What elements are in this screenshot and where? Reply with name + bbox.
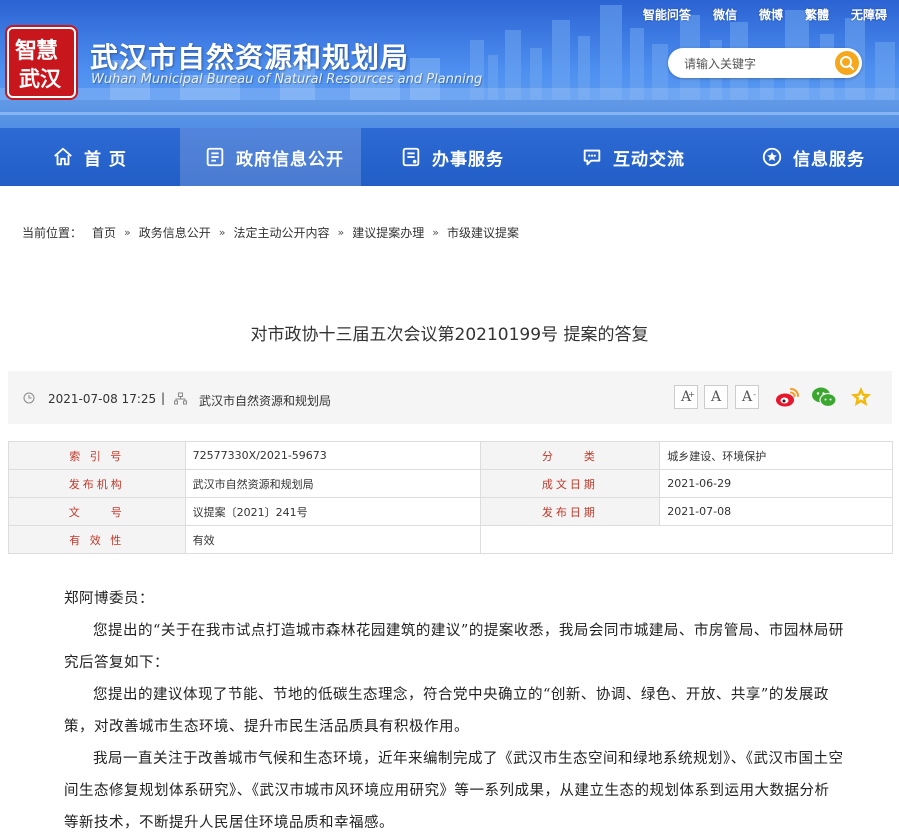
breadcrumb-item-home[interactable]: 首页 — [92, 224, 116, 241]
breadcrumb: 当前位置： 首页 » 政务信息公开 » 法定主动公开内容 » 建议提案办理 » … — [22, 224, 519, 241]
info-value-written-date: 2021-06-29 — [659, 469, 893, 498]
nav-interaction-label: 互动交流 — [613, 149, 685, 170]
info-value-publish-date: 2021-07-08 — [659, 497, 893, 526]
publish-datetime: 2021-07-08 17:25 — [48, 392, 157, 406]
breadcrumb-separator: » — [432, 226, 440, 239]
nav-gov-info[interactable]: 政府信息公开 — [180, 128, 361, 186]
article-body: 郑阿博委员： 您提出的“关于在我市试点打造城市森林花园建筑的建议”的提案收悉，我… — [64, 583, 844, 839]
info-value-publisher: 武汉市自然资源和规划局 — [184, 469, 481, 498]
meta-divider: | — [161, 391, 166, 405]
breadcrumb-item-gov-info[interactable]: 政务信息公开 — [139, 224, 211, 241]
chat-icon — [583, 149, 601, 166]
info-value-validity: 有效 — [184, 525, 481, 554]
breadcrumb-separator: » — [337, 226, 345, 239]
org-name: 武汉市自然资源和规划局 — [90, 41, 410, 74]
info-key-doc-number: 文 号 — [8, 497, 186, 526]
info-empty-cell — [479, 525, 894, 554]
site-header: 智能问答 微信 微博 繁體 无障碍 智慧 武汉 武汉市自然资源和规划局 Wuha… — [0, 0, 899, 186]
info-key-index: 索 引 号 — [8, 441, 186, 470]
font-decrease-minus: - — [753, 390, 756, 399]
font-increase-plus: + — [688, 390, 695, 399]
info-key-category: 分 类 — [479, 441, 661, 470]
salutation: 郑阿博委员： — [64, 591, 154, 607]
breadcrumb-item-proposals[interactable]: 建议提案办理 — [352, 224, 424, 241]
nav-info-service-label: 信息服务 — [793, 149, 865, 170]
table-row: 文 号 议提案〔2021〕241号 发布日期 2021-07-08 — [8, 497, 893, 526]
nav-services[interactable]: 办事服务 — [400, 128, 504, 186]
home-icon — [54, 147, 72, 166]
org-name-english: Wuhan Municipal Bureau of Natural Resour… — [91, 72, 483, 87]
organization-icon — [174, 392, 187, 405]
font-size-default-button[interactable]: A — [704, 385, 728, 409]
article-meta-bar: 2021-07-08 17:25 | 武汉市自然资源和规划局 A + A A- — [8, 371, 892, 424]
zhihui-wuhan-logo[interactable]: 智慧 武汉 — [7, 27, 76, 98]
breadcrumb-label: 当前位置： — [22, 226, 83, 240]
top-link-accessibility[interactable]: 无障碍 — [851, 6, 887, 23]
nav-services-label: 办事服务 — [432, 149, 504, 170]
table-row: 索 引 号 72577330X/2021-59673 分 类 城乡建设、环境保护 — [8, 441, 893, 470]
top-link-smart-qa[interactable]: 智能问答 — [643, 6, 691, 23]
nav-gov-info-label: 政府信息公开 — [236, 149, 344, 170]
font-size-decrease-button[interactable]: A- — [735, 385, 759, 409]
header-river — [0, 88, 899, 128]
info-key-publish-date: 发布日期 — [479, 497, 661, 526]
service-icon — [402, 147, 420, 167]
wechat-share-icon[interactable] — [811, 385, 837, 409]
page-title: 对市政协十三届五次会议第20210199号 提案的答复 — [250, 325, 649, 345]
seal-text-bottom: 武汉 — [19, 66, 61, 91]
info-key-written-date: 成文日期 — [479, 469, 661, 498]
font-default-label: A — [710, 389, 722, 405]
nav-home[interactable]: 首 页 — [52, 128, 127, 186]
breadcrumb-item-statutory[interactable]: 法定主动公开内容 — [234, 224, 330, 241]
info-value-doc-number: 议提案〔2021〕241号 — [184, 497, 481, 526]
article-source: 武汉市自然资源和规划局 — [199, 394, 332, 408]
body-paragraph: 我局一直关注于改善城市气候和生态环境，近年来编制完成了《武汉市生态空间和绿地系统… — [64, 751, 844, 831]
search-icon — [840, 56, 854, 70]
star-badge-icon — [762, 147, 782, 167]
breadcrumb-separator: » — [218, 226, 226, 239]
body-paragraph: 您提出的建议体现了节能、节地的低碳生态理念，符合党中央确立的“创新、协调、绿色、… — [64, 687, 829, 735]
favorite-star-icon[interactable] — [848, 385, 874, 409]
font-decrease-label: A — [741, 389, 753, 405]
breadcrumb-separator: » — [124, 226, 131, 239]
info-key-publisher: 发布机构 — [8, 469, 186, 498]
weibo-share-icon[interactable] — [774, 385, 800, 409]
nav-info-service[interactable]: 信息服务 — [761, 128, 865, 186]
info-value-category: 城乡建设、环境保护 — [659, 441, 893, 470]
search-button[interactable] — [835, 51, 859, 75]
nav-interaction[interactable]: 互动交流 — [581, 128, 685, 186]
info-key-validity: 有 效 性 — [8, 525, 186, 554]
breadcrumb-item-city-proposals[interactable]: 市级建议提案 — [447, 224, 519, 241]
info-value-index: 72577330X/2021-59673 — [184, 441, 481, 470]
table-row: 发布机构 武汉市自然资源和规划局 成文日期 2021-06-29 — [8, 469, 893, 498]
font-size-increase-button[interactable]: A + — [674, 385, 698, 409]
body-paragraph: 您提出的“关于在我市试点打造城市森林花园建筑的建议”的提案收悉，我局会同市城建局… — [64, 623, 844, 671]
document-info-table: 索 引 号 72577330X/2021-59673 分 类 城乡建设、环境保护… — [8, 441, 894, 554]
search-box — [668, 48, 862, 78]
table-row: 有 效 性 有效 — [8, 525, 894, 554]
clock-icon — [23, 392, 35, 404]
nav-home-label: 首 页 — [84, 149, 127, 170]
seal-text-top: 智慧 — [15, 38, 58, 64]
document-icon — [206, 147, 224, 167]
top-link-wechat[interactable]: 微信 — [713, 6, 737, 23]
main-nav: 首 页 政府信息公开 办事服务 互动交流 信息服务 — [0, 128, 899, 186]
top-link-weibo[interactable]: 微博 — [759, 6, 783, 23]
search-input[interactable] — [682, 54, 826, 74]
top-link-traditional[interactable]: 繁體 — [805, 6, 829, 23]
top-links: 智能问答 微信 微博 繁體 无障碍 — [621, 6, 887, 23]
